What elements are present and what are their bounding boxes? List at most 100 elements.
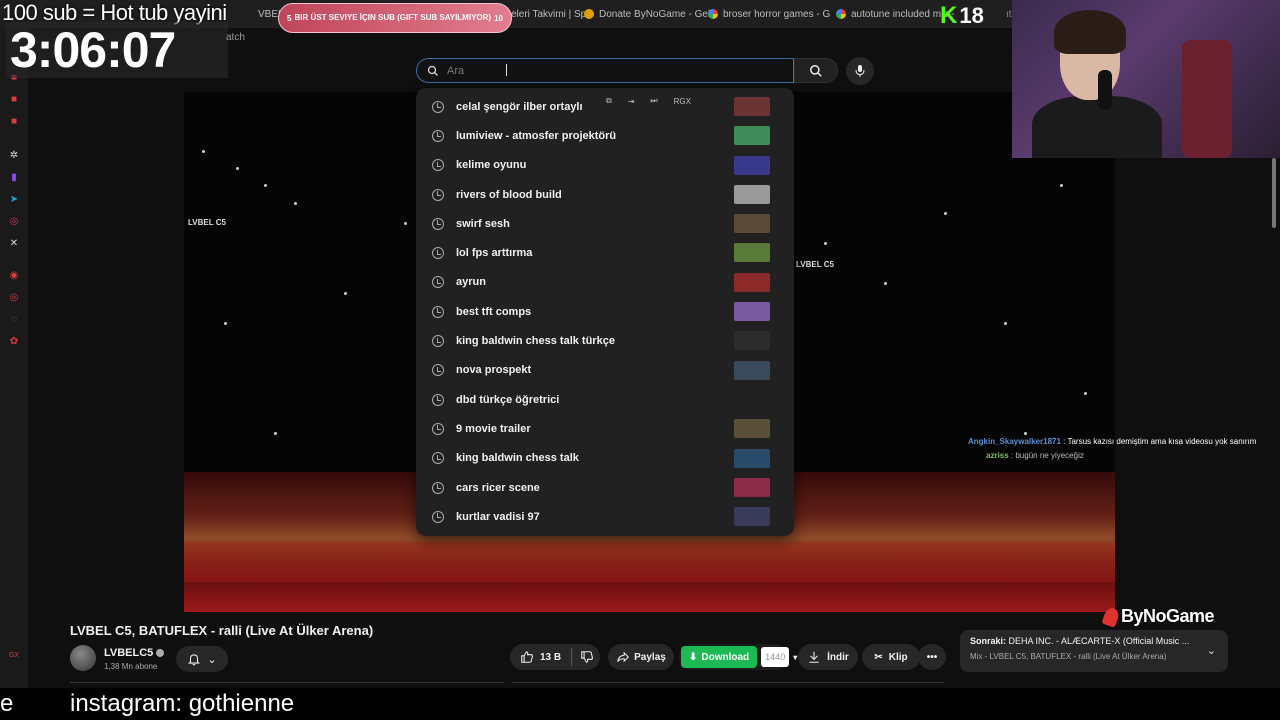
instagram-handle: instagram: gothienne [70, 690, 295, 717]
download-button[interactable]: ⬇ Download [681, 646, 758, 668]
suggestion-item[interactable]: swirf sesh [416, 209, 794, 238]
history-icon [432, 335, 444, 348]
bynogame-icon [1101, 605, 1121, 628]
suggestion-item[interactable]: rivers of blood build [416, 180, 794, 209]
suggestion-label: 9 movie trailer [456, 422, 531, 435]
suggestion-label: lumiview - atmosfer projektörü [456, 129, 617, 142]
video-title: LVBEL C5, BATUFLEX - ralli (Live At Ülke… [70, 623, 374, 638]
chevron-down-icon[interactable]: ▾ [793, 653, 797, 662]
suggestion-thumbnail[interactable] [734, 214, 770, 234]
suggestion-label: cars ricer scene [456, 481, 540, 494]
player-icon[interactable]: ■ [8, 94, 20, 106]
history-icon [432, 393, 444, 406]
suggestion-item[interactable]: cars ricer scene [416, 473, 794, 502]
channel-name[interactable]: LVBELC5 [104, 647, 165, 659]
search-button[interactable] [794, 58, 838, 83]
up-next-label: Sonraki: [970, 636, 1007, 646]
download-button-native[interactable]: İndir [798, 644, 858, 670]
watch-text: atch [226, 32, 245, 43]
subscriber-count: 1,38 Mn abone [104, 662, 158, 671]
gx-icon[interactable]: GX [8, 650, 20, 662]
google-icon [708, 9, 718, 19]
share-button[interactable]: Paylaş [608, 644, 674, 670]
suggestion-thumbnail[interactable] [734, 507, 770, 527]
telegram-icon[interactable]: ➤ [8, 194, 20, 206]
suggestion-thumbnail[interactable] [734, 419, 770, 439]
share-label: Paylaş [634, 651, 666, 663]
suggestion-item[interactable]: dbd türkçe öğretrici [416, 385, 794, 414]
chat-text: : bugün ne yiyeceğiz [1008, 451, 1084, 460]
notification-button[interactable]: ⌄ [176, 646, 228, 672]
suggestion-thumbnail[interactable] [734, 302, 770, 322]
suggestion-item[interactable]: kurtlar vadisi 97 [416, 502, 794, 531]
instagram-icon[interactable]: ◎ [8, 216, 20, 228]
suggestion-item[interactable]: nova prospekt [416, 356, 794, 385]
chat-text: : Tarsus kazısı demiştim ama kısa videos… [1060, 437, 1257, 446]
history-icon [432, 276, 444, 289]
chat-message: azriss : bugün ne yiyeceğiz [986, 451, 1280, 460]
kick-count: 18 [959, 3, 984, 28]
suggestion-thumbnail[interactable] [734, 97, 770, 116]
bell-icon [188, 654, 201, 666]
bynogame-text: ByNoGame [1121, 606, 1215, 626]
up-next-card[interactable]: Sonraki: DEHA INC. - ALÆCARTE-X (Officia… [960, 630, 1228, 672]
chatgpt-icon[interactable]: ✲ [8, 150, 20, 162]
player-icon[interactable]: ■ [8, 116, 20, 128]
suggestion-item[interactable]: kelime oyunu [416, 151, 794, 180]
suggestion-thumbnail[interactable] [734, 243, 770, 263]
suggestion-item[interactable]: king baldwin chess talk [416, 444, 794, 473]
suggestion-thumbnail[interactable] [734, 126, 770, 146]
voice-search-button[interactable] [846, 57, 874, 85]
clip-label: Klip [888, 651, 908, 663]
suggestion-label: rivers of blood build [456, 188, 562, 201]
screen: VBELC5 #LVBELC5 | stage Evreleri Takvimi… [0, 0, 1280, 720]
search-box[interactable] [416, 58, 794, 83]
suggestion-label: dbd türkçe öğretrici [456, 393, 560, 406]
more-actions-button[interactable]: ••• [918, 644, 946, 670]
stream-chat: Angkin_Skaywalker1871 : Tarsus kazısı de… [968, 437, 1280, 460]
suggestion-label: swirf sesh [456, 217, 510, 230]
channel-avatar[interactable] [70, 645, 96, 671]
suggestion-item[interactable]: best tft comps [416, 297, 794, 326]
suggestion-item[interactable]: king baldwin chess talk türkçe [416, 326, 794, 355]
chevron-down-icon: ⌄ [207, 653, 217, 666]
circle-icon[interactable]: ◉ [8, 270, 20, 282]
settings-icon[interactable]: ✿ [8, 336, 20, 348]
history-icon [432, 188, 444, 201]
sub-goal-bar: 5 BIR ÜST SEVIYE İÇIN SUB (GIFT SUB SAYI… [278, 3, 512, 33]
bookmark-item[interactable]: Donate ByNoGame - Gel [576, 0, 718, 28]
suggestion-thumbnail[interactable] [734, 272, 770, 292]
download-arrow-icon: ⬇ [689, 651, 698, 663]
like-dislike-group: 13 B [510, 644, 600, 670]
suggestion-item[interactable]: lumiview - atmosfer projektörü [416, 121, 794, 150]
suggestion-item[interactable]: 9 movie trailer [416, 414, 794, 443]
suggestion-thumbnail[interactable] [734, 155, 770, 175]
suggestion-thumbnail[interactable] [734, 360, 770, 380]
suggestion-thumbnail[interactable] [734, 448, 770, 468]
scrollbar[interactable] [1272, 158, 1276, 228]
download-icon [809, 651, 819, 663]
suggestion-thumbnail[interactable] [734, 184, 770, 204]
channel-name-text: LVBELC5 [104, 647, 154, 659]
chevron-down-icon[interactable]: ⌄ [1207, 644, 1216, 657]
circle-icon[interactable]: ◎ [8, 292, 20, 304]
twitch-icon[interactable]: ▮ [8, 172, 20, 184]
clip-button[interactable]: ✂ Klip [862, 644, 920, 670]
webcam-overlay [1012, 0, 1280, 158]
like-button[interactable]: 13 B [520, 650, 561, 664]
bookmark-item[interactable]: broser horror games - G [700, 0, 838, 28]
suggestion-label: kelime oyunu [456, 159, 527, 172]
suggestion-thumbnail[interactable] [734, 477, 770, 497]
suggestion-thumbnail[interactable] [734, 331, 770, 351]
suggestion-item[interactable]: lol fps arttırma [416, 238, 794, 267]
history-icon [432, 159, 444, 172]
suggestion-item[interactable]: ayrun [416, 268, 794, 297]
chat-icon[interactable]: ◌ [8, 314, 20, 326]
search-input[interactable] [447, 64, 747, 77]
stage-glow [184, 542, 1115, 612]
suggestion-item[interactable]: celal şengör ilber ortaylı [416, 92, 794, 121]
quality-select[interactable]: 1440 [761, 647, 790, 667]
x-icon[interactable]: ✕ [8, 238, 20, 250]
share-icon [617, 651, 630, 663]
thumbs-down-icon[interactable] [580, 650, 594, 664]
